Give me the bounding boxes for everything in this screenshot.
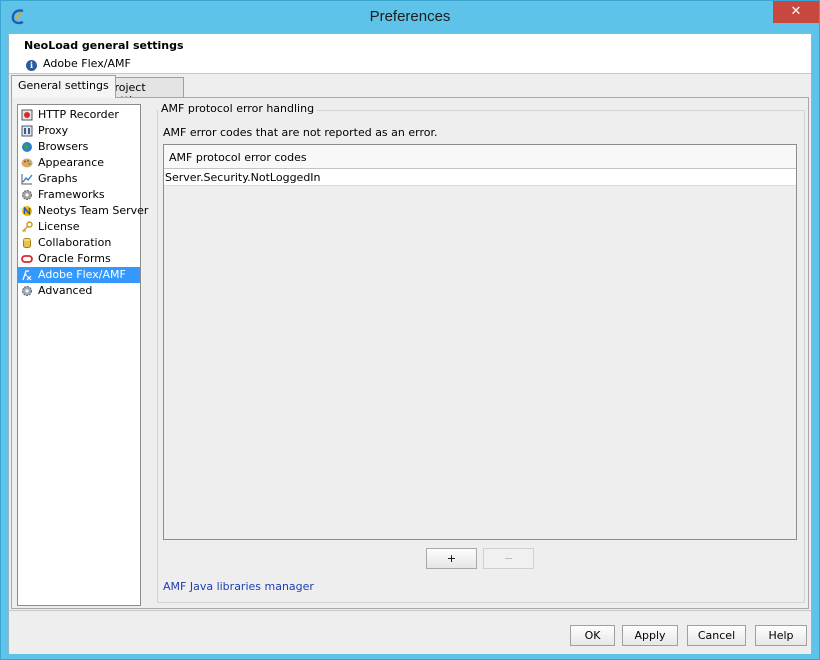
sidebar-item-advanced[interactable]: Advanced <box>18 283 140 299</box>
sidebar-item-oracle-forms[interactable]: Oracle Forms <box>18 251 140 267</box>
sidebar-item-label: Browsers <box>38 140 89 153</box>
settings-breadcrumb: i Adobe Flex/AMF <box>26 57 131 71</box>
sidebar-item-http-recorder[interactable]: HTTP Recorder <box>18 107 140 123</box>
sidebar-item-proxy[interactable]: Proxy <box>18 123 140 139</box>
add-error-code-button[interactable]: + <box>426 548 477 569</box>
info-icon: i <box>26 60 37 71</box>
dialog-footer: OK Apply Cancel Help <box>9 610 811 654</box>
neotys-icon <box>22 206 32 216</box>
error-codes-column-header[interactable]: AMF protocol error codes <box>164 145 796 169</box>
close-button[interactable]: ✕ <box>773 1 819 23</box>
group-description: AMF error codes that are not reported as… <box>163 126 438 139</box>
recorder-icon <box>21 109 33 121</box>
sidebar-item-label: Graphs <box>38 172 78 185</box>
sidebar-item-label: Advanced <box>38 284 93 297</box>
sidebar-item-label: Proxy <box>38 124 69 137</box>
flex-icon <box>22 270 32 281</box>
amf-java-libraries-link[interactable]: AMF Java libraries manager <box>163 580 314 593</box>
settings-header: NeoLoad general settings i Adobe Flex/AMF <box>9 34 811 74</box>
sidebar-item-graphs[interactable]: Graphs <box>18 171 140 187</box>
cancel-button[interactable]: Cancel <box>687 625 746 646</box>
sidebar-item-appearance[interactable]: Appearance <box>18 155 140 171</box>
sidebar-item-label: Neotys Team Server <box>38 204 149 217</box>
table-row[interactable]: Server.Security.NotLoggedIn <box>164 169 796 186</box>
sidebar-item-label: Frameworks <box>38 188 105 201</box>
sidebar-item-label: Adobe Flex/AMF <box>38 268 126 281</box>
key-icon <box>22 221 33 232</box>
error-codes-table[interactable]: AMF protocol error codes Server.Security… <box>163 144 797 540</box>
dialog-body: NeoLoad general settings i Adobe Flex/AMF… <box>8 33 812 654</box>
globe-icon <box>22 142 32 152</box>
settings-header-title: NeoLoad general settings <box>24 39 184 52</box>
graph-icon <box>21 174 33 185</box>
sidebar-item-browsers[interactable]: Browsers <box>18 139 140 155</box>
window-title: Preferences <box>369 8 451 25</box>
sidebar-item-license[interactable]: License <box>18 219 140 235</box>
help-button[interactable]: Help <box>755 625 807 646</box>
palette-icon <box>21 158 33 168</box>
sidebar-item-frameworks[interactable]: Frameworks <box>18 187 140 203</box>
proxy-icon <box>21 125 33 137</box>
settings-breadcrumb-label: Adobe Flex/AMF <box>43 57 131 70</box>
sidebar-item-label: Collaboration <box>38 236 112 249</box>
group-title: AMF protocol error handling <box>158 102 318 115</box>
gear-icon <box>22 190 32 200</box>
apply-button[interactable]: Apply <box>622 625 678 646</box>
tab-general-settings[interactable]: General settings <box>11 75 116 98</box>
sidebar-item-adobe-flex-amf[interactable]: Adobe Flex/AMF <box>18 267 140 283</box>
sidebar-item-collaboration[interactable]: Collaboration <box>18 235 140 251</box>
oracle-icon <box>21 255 33 263</box>
gears-icon <box>22 286 32 296</box>
general-settings-panel: HTTP Recorder Proxy Browsers Appearance … <box>11 97 809 609</box>
sidebar-item-label: HTTP Recorder <box>38 108 119 121</box>
sidebar-item-neotys-team-server[interactable]: Neotys Team Server <box>18 203 148 219</box>
preferences-window: Preferences ✕ NeoLoad general settings i… <box>0 0 820 660</box>
database-icon <box>23 238 31 248</box>
sidebar-item-label: License <box>38 220 80 233</box>
sidebar-item-label: Appearance <box>38 156 105 169</box>
title-bar[interactable]: Preferences ✕ <box>1 1 819 33</box>
remove-error-code-button[interactable]: − <box>483 548 534 569</box>
sidebar-item-label: Oracle Forms <box>38 252 111 265</box>
ok-button[interactable]: OK <box>570 625 615 646</box>
settings-category-list: HTTP Recorder Proxy Browsers Appearance … <box>17 104 148 606</box>
